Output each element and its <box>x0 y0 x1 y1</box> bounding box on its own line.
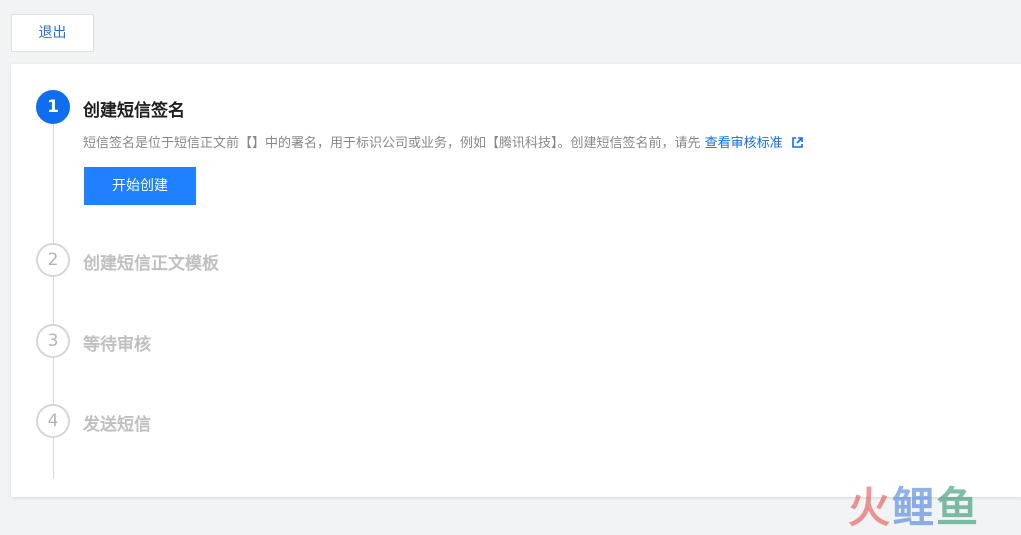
step-1-title: 创建短信签名 <box>83 101 185 121</box>
watermark-char-1: 火 <box>848 483 893 532</box>
step-4-title: 发送短信 <box>83 415 151 435</box>
step-3-number: 3 <box>36 324 70 358</box>
watermark-char-2: 鲤 <box>892 483 937 532</box>
step-2-number: 2 <box>36 243 70 277</box>
step-3-title: 等待审核 <box>83 335 151 355</box>
step-4-number: 4 <box>36 404 70 438</box>
watermark-logo: 火鲤鱼 <box>848 474 980 535</box>
exit-button[interactable]: 退出 <box>11 14 94 52</box>
step-1-number: 1 <box>36 90 70 124</box>
steps-card: 1 创建短信签名 短信签名是位于短信正文前【】中的署名，用于标识公司或业务，例如… <box>11 64 1021 497</box>
review-standard-link-label: 查看审核标准 <box>704 136 783 151</box>
step-1-description-row: 短信签名是位于短信正文前【】中的署名，用于标识公司或业务，例如【腾讯科技】。创建… <box>83 132 1003 151</box>
step-1-description: 短信签名是位于短信正文前【】中的署名，用于标识公司或业务，例如【腾讯科技】。创建… <box>83 136 701 151</box>
review-standard-link[interactable]: 查看审核标准 <box>705 136 804 151</box>
watermark-char-3: 鱼 <box>936 483 981 532</box>
start-create-button[interactable]: 开始创建 <box>84 167 196 205</box>
step-2-title: 创建短信正文模板 <box>83 254 219 274</box>
external-link-icon <box>792 137 803 148</box>
